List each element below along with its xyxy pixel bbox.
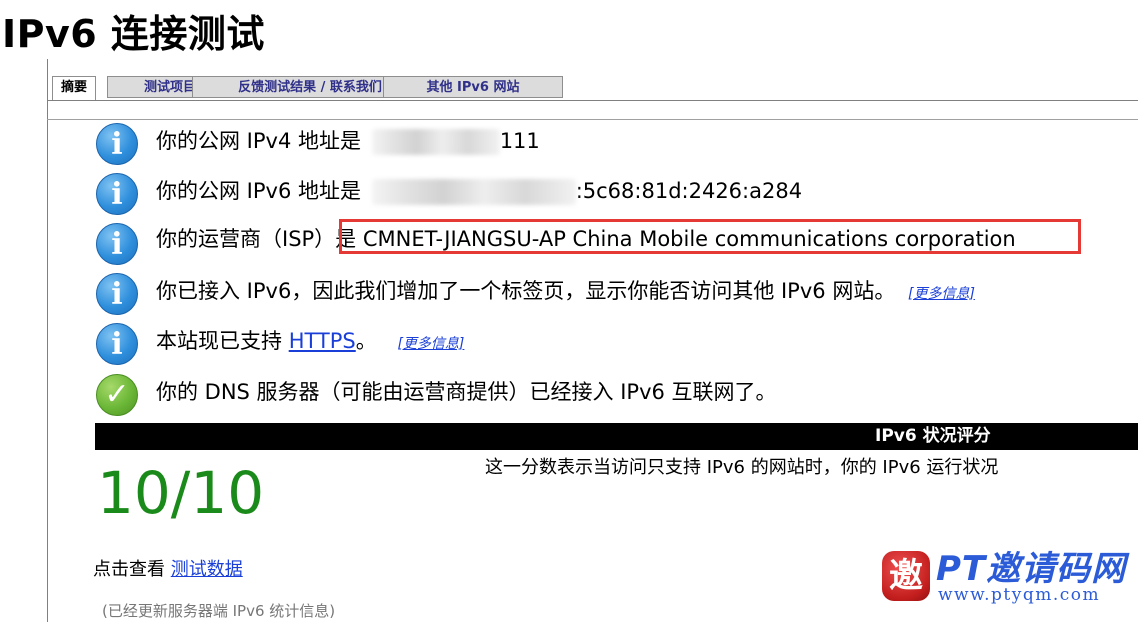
https-label: 本站现已支持 (156, 329, 282, 353)
tab-other-ipv6-sites[interactable]: 其他 IPv6 网站 (383, 76, 563, 98)
score-header-bar: IPv6 状况评分 (95, 423, 1138, 450)
ipv6-suffix: :5c68:81d:2426:a284 (575, 179, 803, 203)
info-icon: i (96, 323, 138, 365)
info-icon: i (96, 123, 138, 165)
ipv6-label: 你的公网 IPv6 地址是 (156, 179, 361, 203)
page-title: IPv6 连接测试 (2, 12, 265, 56)
score-value: 10/10 (97, 459, 265, 527)
dns-status: 你的 DNS 服务器（可能由运营商提供）已经接入 IPv6 互联网了。 (156, 380, 777, 404)
score-description: 这一分数表示当访问只支持 IPv6 的网站时，你的 IPv6 运行状况 (485, 457, 999, 478)
https-suffix: 。 (355, 329, 377, 353)
checkmark-icon: ✓ (96, 374, 138, 416)
ipv4-label: 你的公网 IPv4 地址是 (156, 129, 361, 153)
score-header: IPv6 状况评分 (875, 426, 991, 446)
content-top-border (47, 119, 1138, 120)
more-info-link[interactable]: [更多信息] (397, 336, 464, 352)
info-icon: i (96, 273, 138, 315)
stats-updated-note: (已经更新服务器端 IPv6 统计信息) (102, 602, 336, 620)
isp-label: 你的运营商（ISP）是 (156, 227, 357, 251)
tab-summary[interactable]: 摘要 (52, 76, 96, 101)
watermark-badge-icon: 邀 (882, 551, 930, 601)
isp-highlight-box (339, 219, 1081, 254)
content-frame-border (47, 59, 48, 622)
https-link[interactable]: HTTPS (289, 329, 356, 353)
ipv6-tab-notice: 你已接入 IPv6，因此我们增加了一个标签页，显示你能否访问其他 IPv6 网站… (156, 279, 896, 303)
info-icon: i (96, 223, 138, 265)
ipv4-suffix: 111 (499, 129, 540, 153)
watermark-logo: 邀 PT邀请码网 www.ptyqm.com (882, 549, 1127, 607)
info-icon: i (96, 173, 138, 215)
redacted-ipv4 (371, 129, 500, 155)
watermark-url: www.ptyqm.com (938, 585, 1101, 605)
tab-divider (47, 100, 1138, 101)
test-data-link[interactable]: 测试数据 (171, 559, 243, 580)
redacted-ipv6 (371, 179, 576, 205)
view-data-label: 点击查看 (93, 559, 165, 580)
view-test-data: 点击查看 测试数据 (93, 557, 243, 583)
more-info-link[interactable]: [更多信息] (908, 286, 975, 302)
